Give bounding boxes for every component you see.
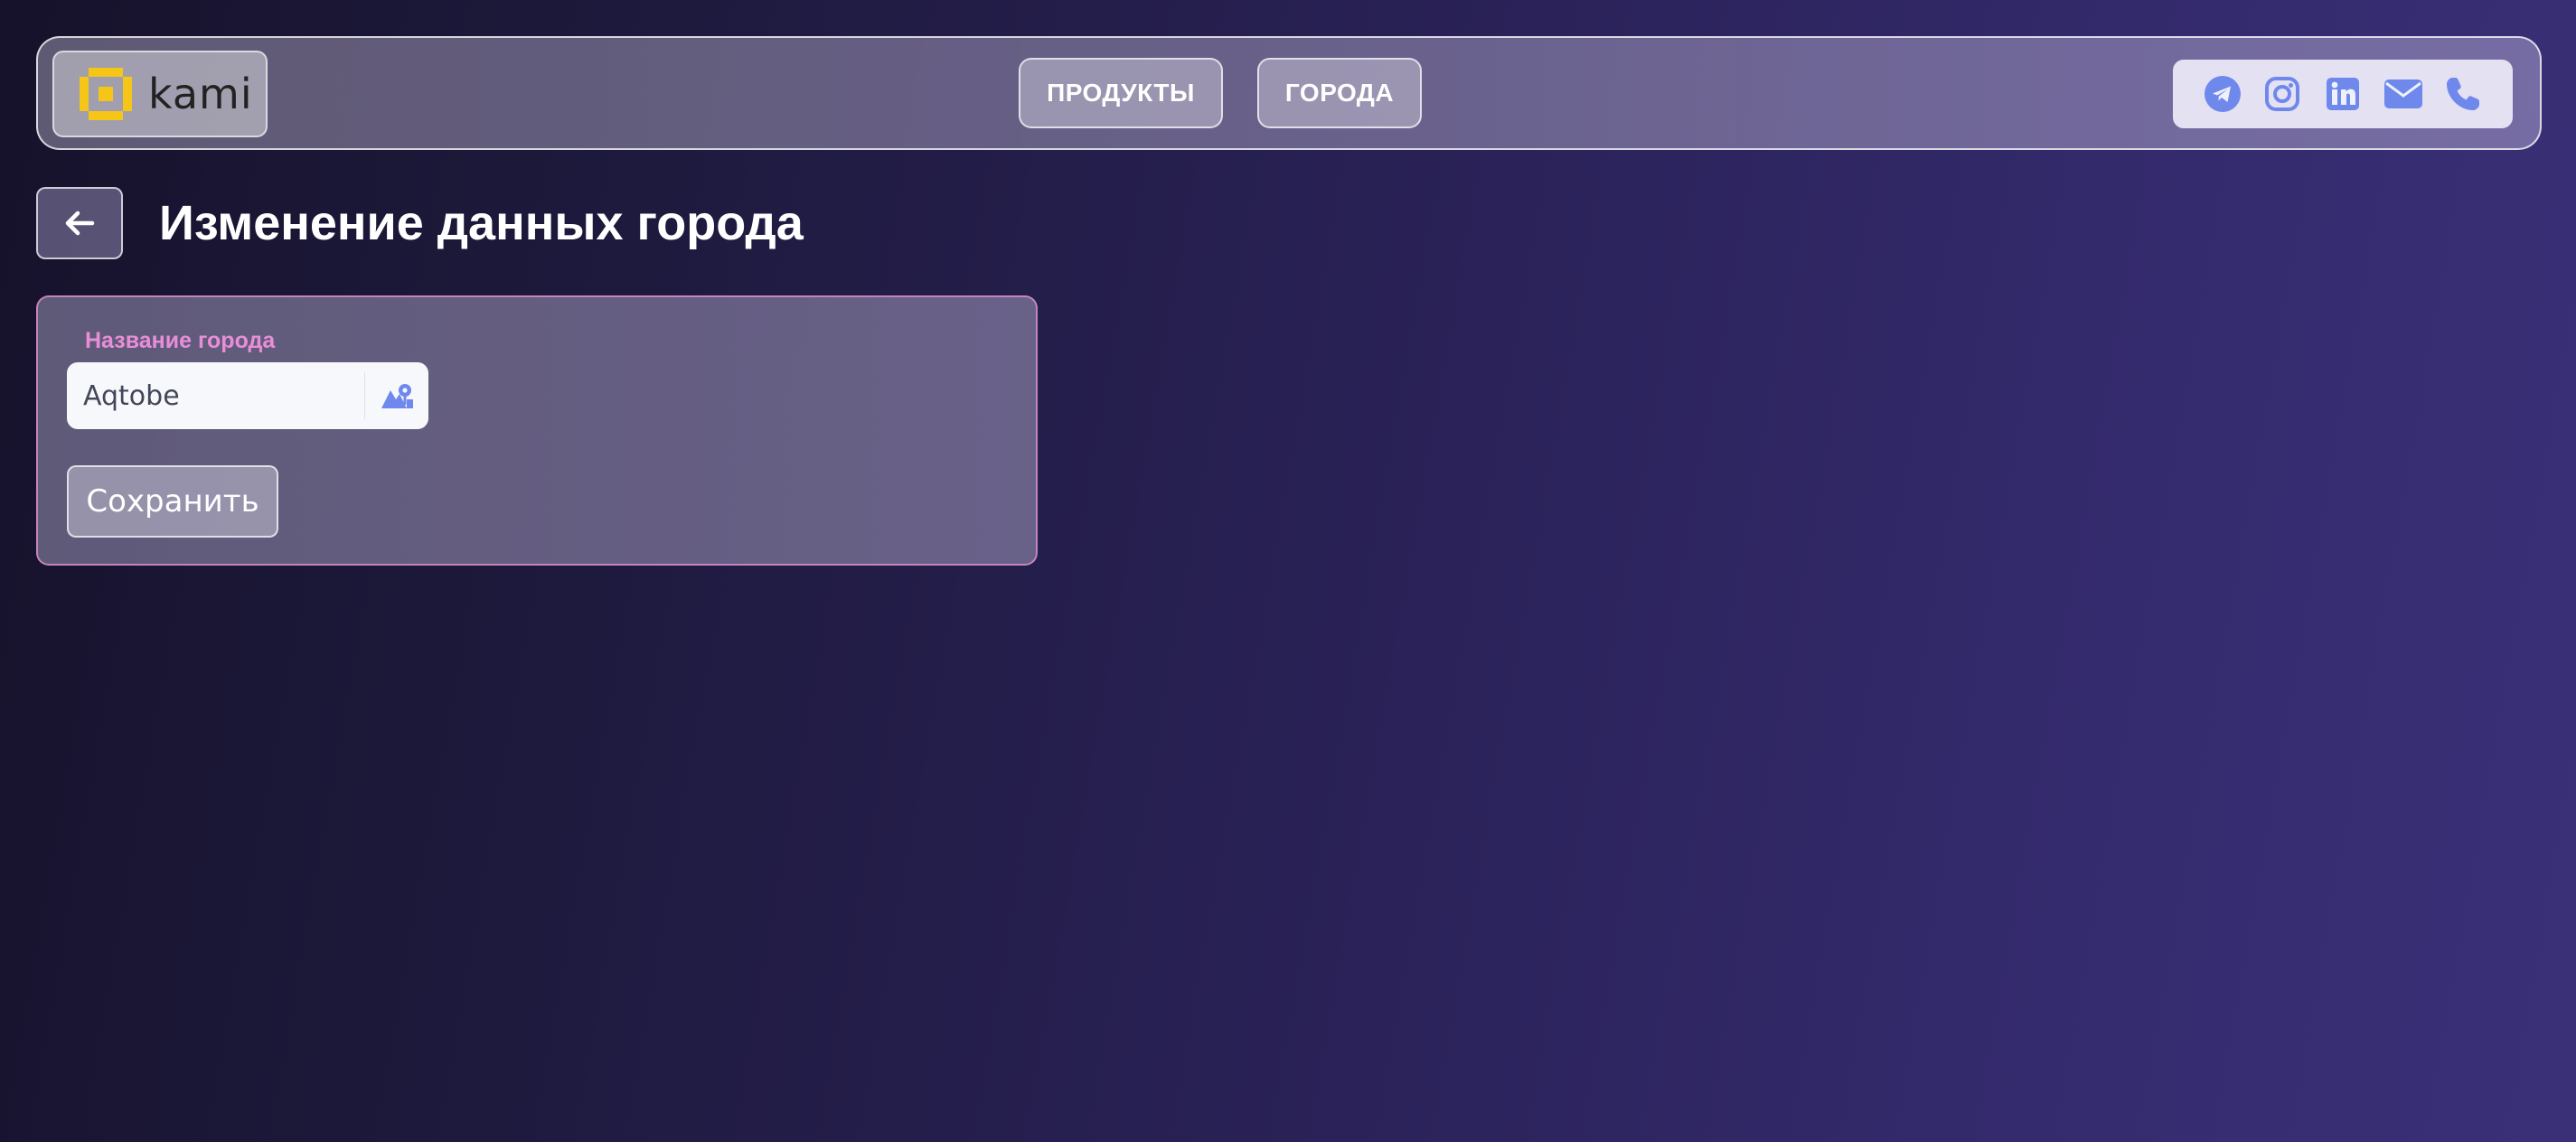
linkedin-icon[interactable] — [2323, 74, 2363, 114]
logo-mark-icon — [80, 68, 132, 120]
back-button[interactable] — [36, 187, 123, 259]
edit-city-form: Название города Aqtobe Сохранить — [36, 295, 1038, 566]
arrow-left-icon — [65, 211, 95, 236]
city-name-input[interactable]: Aqtobe — [67, 380, 364, 412]
telegram-icon[interactable] — [2203, 74, 2242, 114]
instagram-icon[interactable] — [2262, 74, 2302, 114]
social-links — [2173, 60, 2513, 128]
page-title: Изменение данных города — [159, 196, 804, 250]
logo[interactable]: kami — [52, 51, 268, 137]
logo-text: kami — [148, 70, 253, 118]
city-name-field[interactable]: Aqtobe — [67, 362, 428, 429]
nav-products-button[interactable]: ПРОДУКТЫ — [1019, 58, 1223, 128]
save-button[interactable]: Сохранить — [67, 465, 278, 538]
city-icon — [365, 381, 428, 410]
top-navigation-bar: kami ПРОДУКТЫ ГОРОДА — [36, 36, 2542, 150]
phone-icon[interactable] — [2443, 74, 2483, 114]
city-name-label: Название города — [85, 328, 276, 353]
mail-icon[interactable] — [2383, 74, 2423, 114]
nav-cities-button[interactable]: ГОРОДА — [1257, 58, 1422, 128]
